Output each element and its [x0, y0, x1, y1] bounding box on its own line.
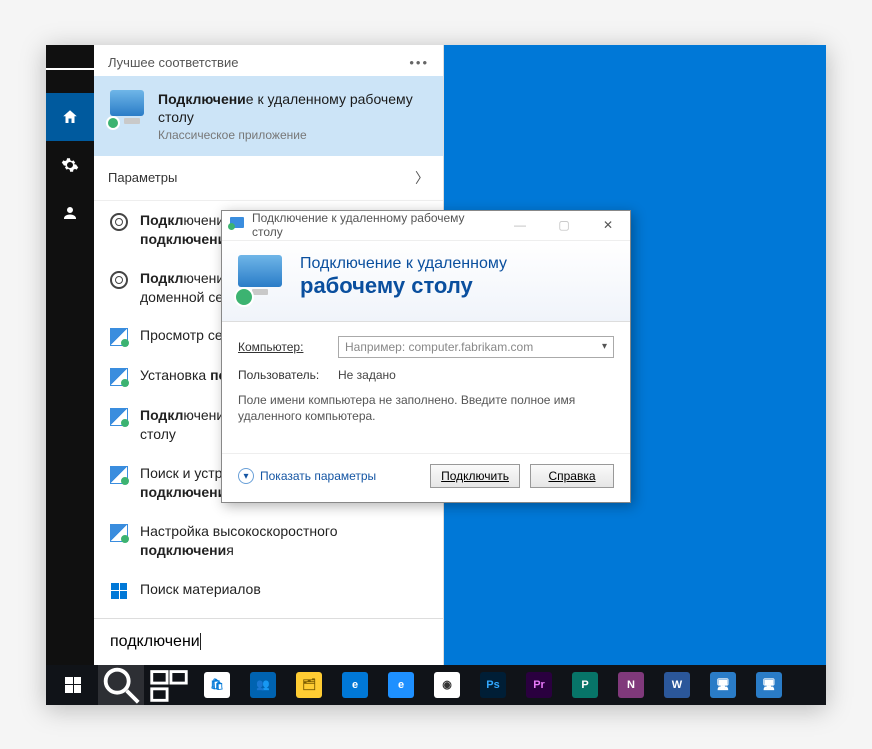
rdp-titlebar-icon — [230, 217, 246, 233]
minimize-button[interactable]: — — [498, 210, 542, 240]
label-computer: Компьютер: — [238, 340, 328, 354]
taskbar-app-ie[interactable]: e — [378, 665, 424, 705]
taskbar-app-explorer[interactable]: 🗂 — [286, 665, 332, 705]
maximize-button: ▢ — [542, 210, 586, 240]
dialog-body: Компьютер: Например: computer.fabrikam.c… — [222, 322, 630, 454]
home-icon[interactable] — [46, 93, 94, 141]
taskbar-app-word[interactable]: W — [654, 665, 700, 705]
dialog-banner: Подключение к удаленному рабочему столу — [222, 241, 630, 322]
desktop-frame: Лучшее соответствие ••• Подключение к уд… — [46, 45, 826, 705]
taskbar-app-photoshop[interactable]: Ps — [470, 665, 516, 705]
people-icon: 👥 — [250, 672, 276, 698]
taskbar-app-mstsc2[interactable]: 🖥 — [746, 665, 792, 705]
section-settings[interactable]: Параметры 〉 — [94, 156, 443, 201]
user-value: Не задано — [338, 368, 396, 382]
hamburger-icon[interactable] — [46, 45, 94, 93]
banner-line2: рабочему столу — [300, 273, 507, 299]
panel-header: Лучшее соответствие ••• — [94, 45, 443, 76]
chrome-icon: ◉ — [434, 672, 460, 698]
chevron-right-icon: 〉 — [415, 168, 429, 188]
taskbar-app-publisher[interactable]: P — [562, 665, 608, 705]
show-options-link[interactable]: ▾ Показать параметры — [238, 468, 420, 484]
computer-combobox[interactable]: Например: computer.fabrikam.com ▾ — [338, 336, 614, 358]
ie-icon: e — [388, 672, 414, 698]
dialog-titlebar[interactable]: Подключение к удаленному рабочему столу … — [222, 211, 630, 241]
best-match-title: Подключение к удаленному рабочему столу — [158, 90, 427, 126]
connect-button[interactable]: Подключить — [430, 464, 520, 488]
result-item[interactable]: Настройка высокоскоростного подключения — [94, 512, 443, 570]
banner-line1: Подключение к удаленному — [300, 255, 507, 273]
expand-down-icon: ▾ — [238, 468, 254, 484]
result-item-label: Настройка высокоскоростного подключения — [140, 522, 427, 560]
taskbar-app-chrome[interactable]: ◉ — [424, 665, 470, 705]
gear-icon — [110, 213, 128, 231]
best-match-subtitle: Классическое приложение — [158, 128, 427, 142]
taskbar-app-people[interactable]: 👥 — [240, 665, 286, 705]
result-item-label: Поиск материалов — [140, 580, 261, 599]
mstsc-icon: 🖥 — [710, 672, 736, 698]
settings-icon[interactable] — [46, 141, 94, 189]
taskbar-app-store[interactable]: 🛍 — [194, 665, 240, 705]
premiere-icon: Pr — [526, 672, 552, 698]
mstsc2-icon: 🖥 — [756, 672, 782, 698]
control-panel-icon — [110, 524, 128, 542]
control-panel-icon — [110, 328, 128, 346]
explorer-icon: 🗂 — [296, 672, 322, 698]
more-icon[interactable]: ••• — [409, 55, 429, 70]
rdp-dialog: Подключение к удаленному рабочему столу … — [221, 210, 631, 504]
control-panel-icon — [110, 466, 128, 484]
task-view-button[interactable] — [146, 665, 192, 705]
label-user: Пользователь: — [238, 368, 328, 382]
search-input-text[interactable]: подключени — [110, 633, 200, 650]
gear-icon — [110, 271, 128, 289]
publisher-icon: P — [572, 672, 598, 698]
panel-header-label: Лучшее соответствие — [108, 55, 238, 70]
result-item[interactable]: Поиск материалов — [94, 570, 443, 610]
taskbar-app-mstsc[interactable]: 🖥 — [700, 665, 746, 705]
start-button[interactable] — [50, 665, 96, 705]
show-options-label: Показать параметры — [260, 469, 376, 483]
text-caret — [200, 633, 201, 650]
best-match-item[interactable]: Подключение к удаленному рабочему столу … — [94, 76, 443, 156]
close-button[interactable]: ✕ — [586, 210, 630, 240]
control-panel-icon — [110, 408, 128, 426]
section-settings-label: Параметры — [108, 170, 177, 185]
rdp-banner-icon — [238, 255, 286, 303]
store-icon: 🛍 — [204, 672, 230, 698]
chevron-down-icon: ▾ — [602, 341, 607, 352]
dialog-hint: Поле имени компьютера не заполнено. Введ… — [238, 392, 614, 426]
photoshop-icon: Ps — [480, 672, 506, 698]
start-left-rail — [46, 45, 94, 665]
control-panel-icon — [110, 368, 128, 386]
taskbar: 🛍 👥 🗂 ee ◉ Ps Pr PNW 🖥 🖥 — [46, 665, 826, 705]
taskbar-app-edge[interactable]: e — [332, 665, 378, 705]
edge-icon: e — [342, 672, 368, 698]
word-icon: W — [664, 672, 690, 698]
user-icon[interactable] — [46, 189, 94, 237]
windows-tile-icon — [110, 582, 128, 600]
search-input-row: подключени — [94, 618, 443, 665]
rdp-app-icon — [110, 90, 146, 126]
dialog-footer: ▾ Показать параметры Подключить Справка — [222, 453, 630, 502]
taskbar-app-premiere[interactable]: Pr — [516, 665, 562, 705]
taskbar-app-onenote[interactable]: N — [608, 665, 654, 705]
onenote-icon: N — [618, 672, 644, 698]
taskbar-search-button[interactable] — [98, 665, 144, 705]
help-button[interactable]: Справка — [530, 464, 614, 488]
dialog-title-text: Подключение к удаленному рабочему столу — [252, 211, 498, 239]
computer-placeholder: Например: computer.fabrikam.com — [345, 340, 533, 354]
